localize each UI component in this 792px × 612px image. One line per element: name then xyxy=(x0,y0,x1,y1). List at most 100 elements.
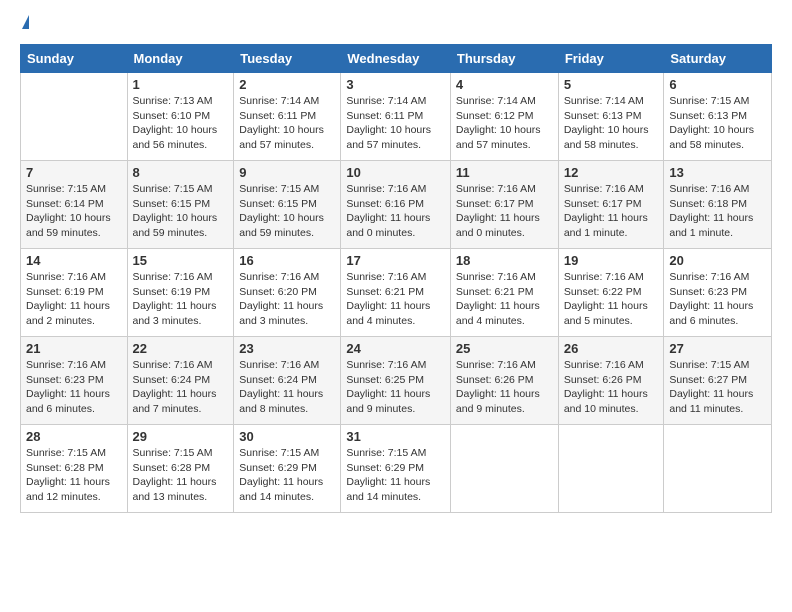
calendar-cell: 7 Sunrise: 7:15 AMSunset: 6:14 PMDaylight… xyxy=(21,161,128,249)
cell-info: Sunrise: 7:16 AMSunset: 6:21 PMDaylight:… xyxy=(456,270,553,329)
cell-date-number: 29 xyxy=(133,429,229,444)
cell-info: Sunrise: 7:15 AMSunset: 6:27 PMDaylight:… xyxy=(669,358,766,417)
cell-date-number: 2 xyxy=(239,77,335,92)
calendar-cell: 24 Sunrise: 7:16 AMSunset: 6:25 PMDayligh… xyxy=(341,337,451,425)
cell-date-number: 20 xyxy=(669,253,766,268)
cell-date-number: 5 xyxy=(564,77,659,92)
week-row: 21 Sunrise: 7:16 AMSunset: 6:23 PMDayligh… xyxy=(21,337,772,425)
cell-date-number: 30 xyxy=(239,429,335,444)
cell-date-number: 7 xyxy=(26,165,122,180)
calendar-cell: 13Sunrise: 7:16 AMSunset: 6:18 PMDayligh… xyxy=(664,161,772,249)
cell-date-number: 23 xyxy=(239,341,335,356)
cell-date-number: 26 xyxy=(564,341,659,356)
calendar-cell: 14Sunrise: 7:16 AMSunset: 6:19 PMDayligh… xyxy=(21,249,128,337)
cell-info: Sunrise: 7:14 AMSunset: 6:11 PMDaylight:… xyxy=(346,94,445,153)
cell-date-number: 27 xyxy=(669,341,766,356)
calendar-cell: 27 Sunrise: 7:15 AMSunset: 6:27 PMDayligh… xyxy=(664,337,772,425)
cell-date-number: 25 xyxy=(456,341,553,356)
calendar-cell: 25 Sunrise: 7:16 AMSunset: 6:26 PMDayligh… xyxy=(450,337,558,425)
cell-date-number: 21 xyxy=(26,341,122,356)
day-header-tuesday: Tuesday xyxy=(234,45,341,73)
cell-info: Sunrise: 7:14 AMSunset: 6:12 PMDaylight:… xyxy=(456,94,553,153)
cell-date-number: 28 xyxy=(26,429,122,444)
calendar-cell: 10 Sunrise: 7:16 AMSunset: 6:16 PMDayligh… xyxy=(341,161,451,249)
calendar-cell: 30 Sunrise: 7:15 AMSunset: 6:29 PMDayligh… xyxy=(234,425,341,513)
cell-info: Sunrise: 7:15 AMSunset: 6:28 PMDaylight:… xyxy=(26,446,122,505)
day-header-friday: Friday xyxy=(558,45,664,73)
cell-date-number: 22 xyxy=(133,341,229,356)
calendar-cell: 5 Sunrise: 7:14 AMSunset: 6:13 PMDaylight… xyxy=(558,73,664,161)
calendar-cell: 29 Sunrise: 7:15 AMSunset: 6:28 PMDayligh… xyxy=(127,425,234,513)
cell-info: Sunrise: 7:15 AMSunset: 6:15 PMDaylight:… xyxy=(239,182,335,241)
calendar-cell: 11Sunrise: 7:16 AMSunset: 6:17 PMDayligh… xyxy=(450,161,558,249)
calendar-cell: 1 Sunrise: 7:13 AMSunset: 6:10 PMDaylight… xyxy=(127,73,234,161)
calendar-cell: 26 Sunrise: 7:16 AMSunset: 6:26 PMDayligh… xyxy=(558,337,664,425)
cell-info: Sunrise: 7:16 AMSunset: 6:24 PMDaylight:… xyxy=(133,358,229,417)
cell-info: Sunrise: 7:16 AMSunset: 6:17 PMDaylight:… xyxy=(456,182,553,241)
calendar-cell: 20 Sunrise: 7:16 AMSunset: 6:23 PMDayligh… xyxy=(664,249,772,337)
cell-info: Sunrise: 7:16 AMSunset: 6:18 PMDaylight:… xyxy=(669,182,766,241)
cell-date-number: 12 xyxy=(564,165,659,180)
cell-info: Sunrise: 7:16 AMSunset: 6:26 PMDaylight:… xyxy=(564,358,659,417)
calendar-cell: 23 Sunrise: 7:16 AMSunset: 6:24 PMDayligh… xyxy=(234,337,341,425)
cell-info: Sunrise: 7:15 AMSunset: 6:14 PMDaylight:… xyxy=(26,182,122,241)
calendar-cell: 12 Sunrise: 7:16 AMSunset: 6:17 PMDayligh… xyxy=(558,161,664,249)
calendar-cell: 19 Sunrise: 7:16 AMSunset: 6:22 PMDayligh… xyxy=(558,249,664,337)
calendar-cell: 31 Sunrise: 7:15 AMSunset: 6:29 PMDayligh… xyxy=(341,425,451,513)
calendar-cell xyxy=(664,425,772,513)
cell-info: Sunrise: 7:16 AMSunset: 6:21 PMDaylight:… xyxy=(346,270,445,329)
cell-info: Sunrise: 7:16 AMSunset: 6:23 PMDaylight:… xyxy=(669,270,766,329)
week-row: 14Sunrise: 7:16 AMSunset: 6:19 PMDayligh… xyxy=(21,249,772,337)
cell-date-number: 18 xyxy=(456,253,553,268)
cell-info: Sunrise: 7:14 AMSunset: 6:13 PMDaylight:… xyxy=(564,94,659,153)
calendar-cell: 28 Sunrise: 7:15 AMSunset: 6:28 PMDayligh… xyxy=(21,425,128,513)
calendar-cell: 16 Sunrise: 7:16 AMSunset: 6:20 PMDayligh… xyxy=(234,249,341,337)
cell-date-number: 3 xyxy=(346,77,445,92)
calendar-cell: 21 Sunrise: 7:16 AMSunset: 6:23 PMDayligh… xyxy=(21,337,128,425)
cell-date-number: 4 xyxy=(456,77,553,92)
cell-date-number: 9 xyxy=(239,165,335,180)
cell-date-number: 1 xyxy=(133,77,229,92)
calendar-cell: 15 Sunrise: 7:16 AMSunset: 6:19 PMDayligh… xyxy=(127,249,234,337)
cell-date-number: 15 xyxy=(133,253,229,268)
calendar-cell: 4 Sunrise: 7:14 AMSunset: 6:12 PMDaylight… xyxy=(450,73,558,161)
week-row: 28 Sunrise: 7:15 AMSunset: 6:28 PMDayligh… xyxy=(21,425,772,513)
cell-info: Sunrise: 7:15 AMSunset: 6:15 PMDaylight:… xyxy=(133,182,229,241)
cell-info: Sunrise: 7:16 AMSunset: 6:25 PMDaylight:… xyxy=(346,358,445,417)
cell-date-number: 16 xyxy=(239,253,335,268)
logo xyxy=(20,16,29,34)
cell-info: Sunrise: 7:16 AMSunset: 6:23 PMDaylight:… xyxy=(26,358,122,417)
day-header-sunday: Sunday xyxy=(21,45,128,73)
cell-info: Sunrise: 7:15 AMSunset: 6:28 PMDaylight:… xyxy=(133,446,229,505)
cell-date-number: 10 xyxy=(346,165,445,180)
calendar-cell: 18 Sunrise: 7:16 AMSunset: 6:21 PMDayligh… xyxy=(450,249,558,337)
calendar-cell: 8Sunrise: 7:15 AMSunset: 6:15 PMDaylight… xyxy=(127,161,234,249)
cell-info: Sunrise: 7:16 AMSunset: 6:20 PMDaylight:… xyxy=(239,270,335,329)
cell-info: Sunrise: 7:16 AMSunset: 6:26 PMDaylight:… xyxy=(456,358,553,417)
cell-info: Sunrise: 7:16 AMSunset: 6:16 PMDaylight:… xyxy=(346,182,445,241)
day-header-wednesday: Wednesday xyxy=(341,45,451,73)
cell-info: Sunrise: 7:15 AMSunset: 6:29 PMDaylight:… xyxy=(346,446,445,505)
calendar-table: SundayMondayTuesdayWednesdayThursdayFrid… xyxy=(20,44,772,513)
cell-date-number: 17 xyxy=(346,253,445,268)
calendar-cell: 17 Sunrise: 7:16 AMSunset: 6:21 PMDayligh… xyxy=(341,249,451,337)
calendar-cell: 9 Sunrise: 7:15 AMSunset: 6:15 PMDaylight… xyxy=(234,161,341,249)
calendar-cell: 3 Sunrise: 7:14 AMSunset: 6:11 PMDaylight… xyxy=(341,73,451,161)
calendar-cell xyxy=(21,73,128,161)
cell-date-number: 24 xyxy=(346,341,445,356)
cell-date-number: 31 xyxy=(346,429,445,444)
week-row: 1 Sunrise: 7:13 AMSunset: 6:10 PMDaylight… xyxy=(21,73,772,161)
cell-date-number: 19 xyxy=(564,253,659,268)
day-header-monday: Monday xyxy=(127,45,234,73)
day-header-thursday: Thursday xyxy=(450,45,558,73)
calendar-cell: 6Sunrise: 7:15 AMSunset: 6:13 PMDaylight… xyxy=(664,73,772,161)
cell-info: Sunrise: 7:16 AMSunset: 6:22 PMDaylight:… xyxy=(564,270,659,329)
cell-info: Sunrise: 7:15 AMSunset: 6:29 PMDaylight:… xyxy=(239,446,335,505)
cell-info: Sunrise: 7:16 AMSunset: 6:19 PMDaylight:… xyxy=(133,270,229,329)
calendar-cell: 22 Sunrise: 7:16 AMSunset: 6:24 PMDayligh… xyxy=(127,337,234,425)
cell-info: Sunrise: 7:13 AMSunset: 6:10 PMDaylight:… xyxy=(133,94,229,153)
cell-info: Sunrise: 7:16 AMSunset: 6:24 PMDaylight:… xyxy=(239,358,335,417)
cell-info: Sunrise: 7:14 AMSunset: 6:11 PMDaylight:… xyxy=(239,94,335,153)
cell-info: Sunrise: 7:16 AMSunset: 6:17 PMDaylight:… xyxy=(564,182,659,241)
header xyxy=(20,16,772,34)
